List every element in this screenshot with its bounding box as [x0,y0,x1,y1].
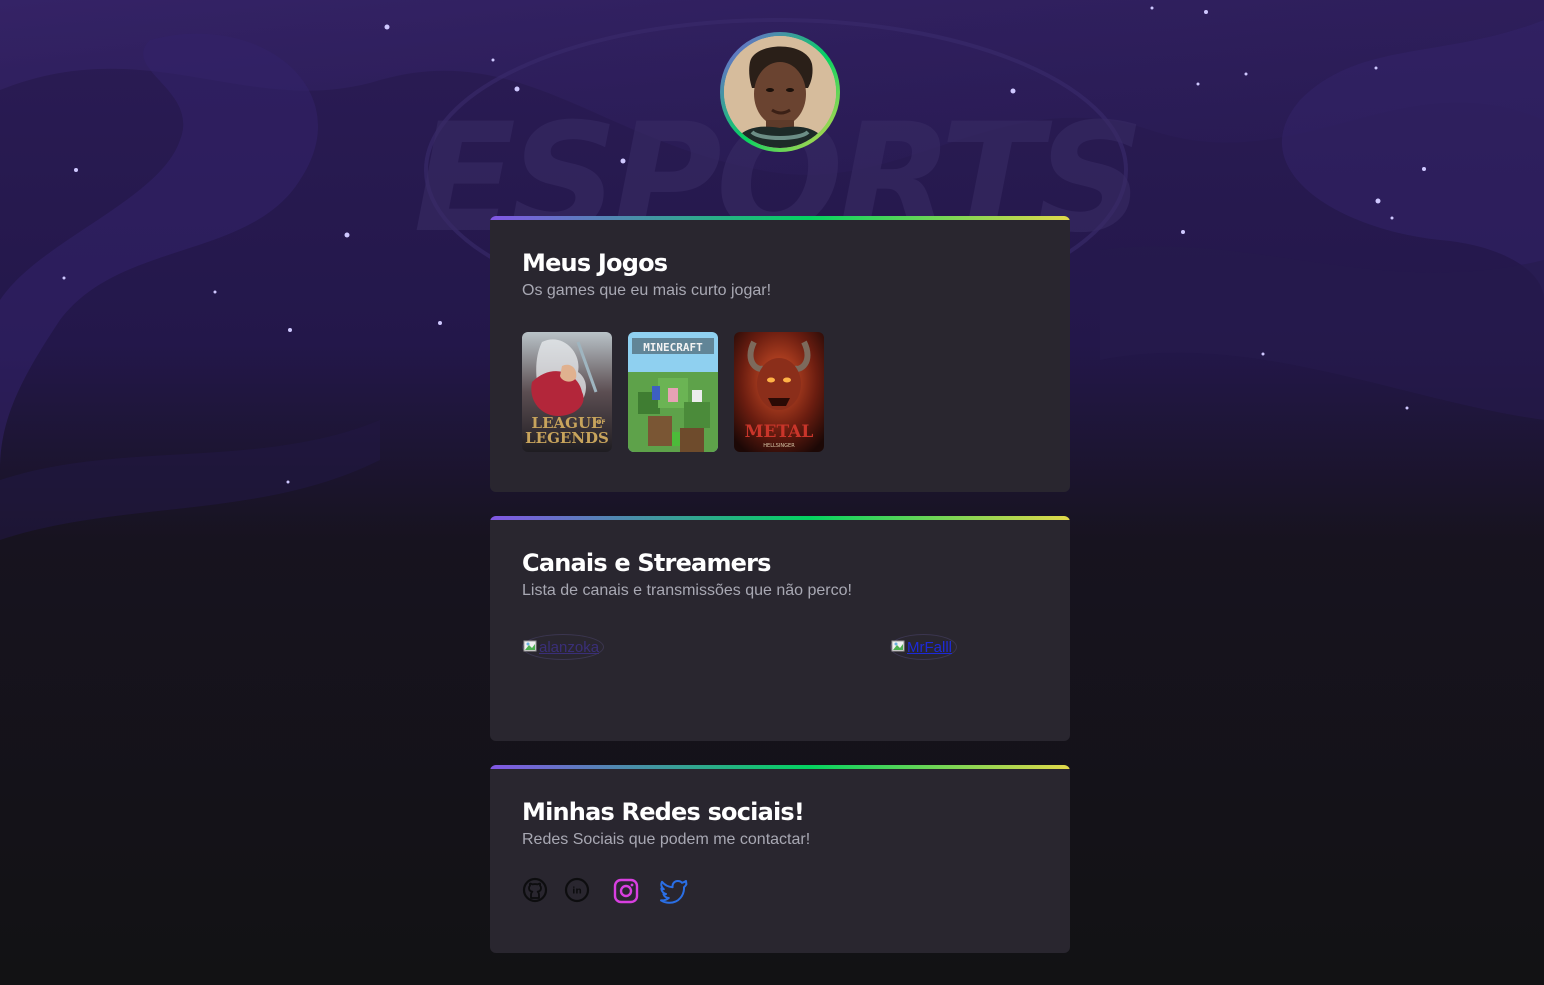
social-links: in [522,877,690,907]
channel-link-alanzoka[interactable]: alanzoka [539,639,599,656]
minecraft-logo: MINECRAFT [643,341,703,354]
channel-item-alanzoka: alanzoka [522,634,605,660]
channel-item-mrfalll: MrFalll [890,634,957,660]
lol-logo-of: OF [596,419,605,426]
broken-image-icon [523,639,539,655]
channels-card: Canais e Streamers Lista de canais e tra… [490,516,1070,741]
github-icon[interactable] [522,877,550,907]
channel-link-mrfalll[interactable]: MrFalll [907,639,952,656]
channels-card-subtitle: Lista de canais e transmissões que não p… [522,582,852,599]
game-minecraft[interactable]: MINECRAFT [628,332,718,452]
game-metal-hellsinger[interactable]: METAL HELLSINGER [734,332,824,452]
page: Meus Jogos Os games que eu mais curto jo… [0,0,1544,985]
league-of-legends-cover: LEAGUE OF LEGENDS [522,332,612,452]
lol-logo-line2: LEGENDS [525,429,609,447]
person-photo-icon [724,36,836,148]
instagram-icon[interactable] [612,877,640,907]
linkedin-icon[interactable]: in [564,877,592,907]
profile-avatar [720,32,840,152]
games-card-subtitle: Os games que eu mais curto jogar! [522,282,772,299]
metal-logo: METAL [745,422,814,442]
channels-card-title: Canais e Streamers [522,549,771,577]
social-card-title: Minhas Redes sociais! [522,798,805,826]
svg-text:in: in [572,887,582,897]
minecraft-cover: MINECRAFT [628,332,718,452]
games-card: Meus Jogos Os games que eu mais curto jo… [490,216,1070,492]
game-league-of-legends[interactable]: LEAGUE OF LEGENDS [522,332,612,452]
hellsinger-logo: HELLSINGER [763,443,795,449]
games-card-title: Meus Jogos [522,249,668,277]
games-list: LEAGUE OF LEGENDS MINECRAFT METAL HELLSI… [522,332,824,452]
metal-hellsinger-cover: METAL HELLSINGER [734,332,824,452]
avatar-photo [724,36,836,148]
broken-image-icon [891,639,907,655]
social-card-subtitle: Redes Sociais que podem me contactar! [522,831,811,848]
twitter-icon[interactable] [658,877,690,907]
social-card: Minhas Redes sociais! Redes Sociais que … [490,765,1070,953]
